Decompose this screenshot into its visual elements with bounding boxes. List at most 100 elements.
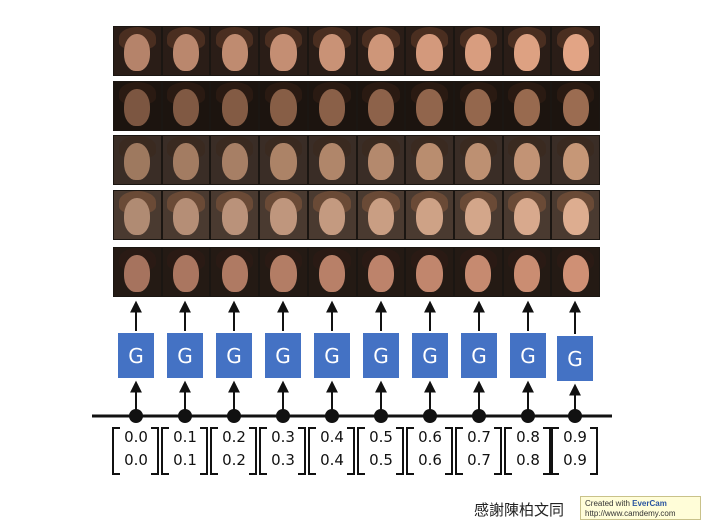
face-head bbox=[562, 142, 589, 181]
evercam-watermark: Created with EverCam http://www.camdemy.… bbox=[580, 496, 701, 520]
generated-face-image bbox=[211, 82, 259, 130]
face-head bbox=[172, 88, 200, 127]
vector-value-top: 0.9 bbox=[563, 428, 587, 446]
face-row bbox=[113, 26, 600, 76]
face-head bbox=[124, 88, 151, 127]
generated-face-image bbox=[357, 27, 405, 75]
generated-face-image bbox=[454, 248, 502, 296]
right-bracket bbox=[347, 427, 355, 475]
latent-node bbox=[568, 409, 582, 423]
generated-face-image bbox=[454, 82, 502, 130]
latent-vector: 0.0 0.0 bbox=[112, 425, 159, 475]
latent-node bbox=[178, 409, 192, 423]
vector-value-bottom: 0.6 bbox=[418, 451, 442, 469]
face-head bbox=[124, 254, 151, 293]
generated-face-image bbox=[357, 136, 405, 184]
generator-box: G bbox=[510, 333, 546, 378]
credit-text: 感謝陳柏文同 bbox=[474, 501, 565, 519]
generated-face-image bbox=[406, 191, 453, 239]
vector-value-bottom: 0.8 bbox=[516, 451, 540, 469]
face-head bbox=[124, 197, 151, 236]
face-head bbox=[319, 33, 346, 72]
face-head bbox=[221, 142, 248, 181]
watermark-url: http://www.camdemy.com bbox=[585, 509, 676, 518]
face-head bbox=[270, 197, 297, 236]
face-head bbox=[416, 197, 443, 236]
latent-vector: 0.5 0.5 bbox=[357, 425, 404, 475]
face-head bbox=[319, 142, 346, 181]
left-bracket bbox=[161, 427, 169, 475]
face-head bbox=[172, 33, 200, 72]
generator-box: G bbox=[216, 333, 252, 378]
face-row bbox=[113, 81, 600, 131]
face-head bbox=[221, 254, 248, 293]
latent-vector: 0.2 0.2 bbox=[210, 425, 257, 475]
face-head bbox=[416, 33, 443, 72]
vector-value-bottom: 0.1 bbox=[173, 451, 197, 469]
generated-face-image bbox=[260, 248, 307, 296]
vector-value-bottom: 0.7 bbox=[467, 451, 491, 469]
left-bracket bbox=[259, 427, 267, 475]
right-bracket bbox=[494, 427, 502, 475]
generator-box: G bbox=[118, 333, 154, 378]
generated-face-image bbox=[552, 191, 600, 239]
vector-value-bottom: 0.2 bbox=[222, 451, 246, 469]
vector-value-bottom: 0.5 bbox=[369, 451, 393, 469]
generator-box: G bbox=[363, 333, 399, 378]
generator-box: G bbox=[265, 333, 301, 378]
right-bracket bbox=[151, 427, 159, 475]
vector-value-top: 0.8 bbox=[516, 428, 540, 446]
vector-value-top: 0.7 bbox=[467, 428, 491, 446]
face-head bbox=[270, 88, 297, 127]
generated-face-image bbox=[406, 82, 453, 130]
vector-value-bottom: 0.4 bbox=[320, 451, 344, 469]
generated-face-image bbox=[454, 136, 502, 184]
generated-face-image bbox=[454, 27, 502, 75]
face-head bbox=[513, 142, 541, 181]
generated-face-image bbox=[357, 191, 405, 239]
generator-box: G bbox=[167, 333, 203, 378]
vector-value-bottom: 0.9 bbox=[563, 451, 587, 469]
generated-face-image bbox=[162, 191, 210, 239]
face-head bbox=[124, 142, 151, 181]
latent-vector: 0.7 0.7 bbox=[455, 425, 502, 475]
watermark-prefix: Created with bbox=[585, 499, 633, 508]
generated-face-image bbox=[503, 82, 551, 130]
latent-node bbox=[521, 409, 535, 423]
generated-face-image bbox=[552, 136, 600, 184]
generated-face-image bbox=[211, 191, 259, 239]
face-head bbox=[465, 88, 492, 127]
left-bracket bbox=[308, 427, 316, 475]
left-bracket bbox=[406, 427, 414, 475]
face-head bbox=[270, 142, 297, 181]
generated-face-image bbox=[211, 136, 259, 184]
face-head bbox=[319, 88, 346, 127]
face-row bbox=[113, 190, 600, 240]
generator-box: G bbox=[557, 336, 593, 381]
face-head bbox=[270, 33, 297, 72]
generated-face-image bbox=[357, 82, 405, 130]
generated-face-image bbox=[114, 136, 161, 184]
face-head bbox=[124, 33, 151, 72]
generator-box: G bbox=[314, 333, 350, 378]
face-head bbox=[367, 254, 394, 293]
generated-face-image bbox=[114, 248, 161, 296]
latent-node bbox=[472, 409, 486, 423]
vector-value-top: 0.3 bbox=[271, 428, 295, 446]
right-bracket bbox=[590, 427, 598, 475]
face-head bbox=[513, 254, 541, 293]
vector-value-top: 0.0 bbox=[124, 428, 148, 446]
latent-node bbox=[374, 409, 388, 423]
generated-face-image bbox=[552, 27, 600, 75]
left-bracket bbox=[455, 427, 463, 475]
generated-face-image bbox=[308, 136, 356, 184]
generated-face-image bbox=[552, 248, 600, 296]
face-head bbox=[367, 88, 394, 127]
face-head bbox=[367, 142, 394, 181]
face-head bbox=[221, 197, 248, 236]
face-head bbox=[416, 88, 443, 127]
face-head bbox=[416, 142, 443, 181]
face-head bbox=[172, 254, 200, 293]
generated-face-image bbox=[308, 248, 356, 296]
generated-face-image bbox=[552, 82, 600, 130]
